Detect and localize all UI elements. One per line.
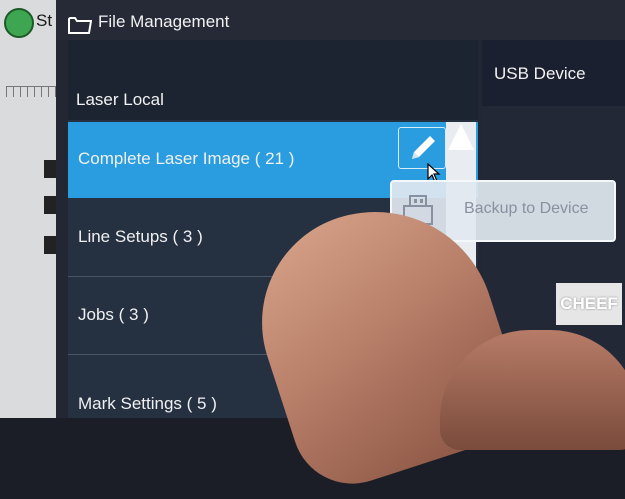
list-item-label: Mark Settings ( 5 ) [78, 394, 217, 413]
background-app: St [0, 0, 62, 418]
backup-to-device-label: Backup to Device [464, 200, 589, 217]
usb-device-title: USB Device [494, 64, 586, 83]
status-indicator-icon [4, 8, 34, 38]
status-label: St [36, 11, 53, 30]
usb-device-header[interactable]: USB Device [482, 40, 625, 106]
folder-icon [68, 17, 92, 34]
ruler [6, 86, 56, 97]
scroll-up-arrow-icon[interactable] [448, 124, 474, 150]
list-item-label: Line Setups ( 3 ) [78, 227, 203, 246]
list-item-label: Complete Laser Image ( 21 ) [78, 149, 295, 168]
dialog-title: File Management [98, 12, 230, 31]
list-item-label: Jobs ( 3 ) [78, 305, 149, 324]
watermark: CHEEF [556, 283, 622, 325]
dialog-header: File Management [56, 0, 625, 40]
list-header-label: Laser Local [76, 90, 164, 109]
pencil-icon [412, 136, 435, 159]
list-header-laser-local[interactable]: Laser Local [68, 40, 478, 120]
